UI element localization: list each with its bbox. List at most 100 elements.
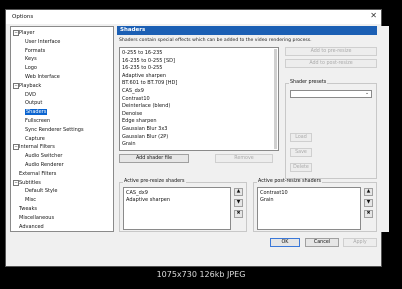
list-item[interactable]: 16-235 to 0-255 xyxy=(122,65,162,71)
tree-item-label: Shaders xyxy=(25,109,48,116)
tree-item[interactable]: Shaders xyxy=(25,109,48,116)
add-shader-file-button[interactable]: Add shader file xyxy=(119,154,189,163)
move-down-icon[interactable]: ▼ xyxy=(364,199,373,207)
shader-presets-group: Shader presets ⌄ Load Save Delete xyxy=(285,80,377,179)
list-item[interactable]: Contrast10 xyxy=(122,96,150,102)
tree-item-label: Miscellaneous xyxy=(19,214,55,221)
list-item[interactable]: Denoise xyxy=(122,111,142,117)
title-bar: Options ✕ xyxy=(6,10,381,24)
options-window: Options ✕ − Player User Interface Formats Ke… xyxy=(5,9,389,267)
tree-item-label: User Interface xyxy=(25,38,61,45)
tree-item[interactable]: − Player xyxy=(13,30,35,36)
tree-item-label: Fullscreen xyxy=(25,118,51,124)
list-item[interactable]: Grain xyxy=(122,141,136,147)
tree-item-label: Web Interface xyxy=(25,74,60,80)
remove-button[interactable]: Remove xyxy=(215,154,273,163)
chevron-down-icon: ⌄ xyxy=(365,91,369,96)
tree-item[interactable]: User Interface xyxy=(25,39,60,45)
close-icon[interactable]: ✕ xyxy=(370,12,377,20)
pre-resize-list[interactable]: CAS_dx9 Adaptive sharpen xyxy=(123,187,231,230)
save-preset-button[interactable]: Save xyxy=(290,148,312,157)
tree-item[interactable]: DVD xyxy=(25,92,36,98)
tree-item[interactable]: − Internal Filters xyxy=(13,144,55,151)
post-resize-label: Active post-resize shaders xyxy=(257,179,323,184)
page-description: Shaders contain special effects which ca… xyxy=(119,38,312,43)
tree-item-label: Playback xyxy=(19,82,42,89)
list-item[interactable]: CAS_dx9 xyxy=(126,190,148,196)
add-to-pre-resize-button[interactable]: Add to pre-resize xyxy=(285,47,377,56)
list-item[interactable]: CAS_dx9 xyxy=(122,88,144,94)
delete-icon[interactable]: ✖ xyxy=(364,210,373,218)
list-item[interactable]: 16-235 to 0-255 [SD] xyxy=(122,58,175,64)
pre-resize-label: Active pre-resize shaders xyxy=(123,179,186,184)
tree-item[interactable]: Fullscreen xyxy=(25,118,50,124)
tree-item-label: DVD xyxy=(25,91,37,98)
pre-resize-group: Active pre-resize shaders CAS_dx9 Adaptiv… xyxy=(119,179,247,232)
delete-preset-button[interactable]: Delete xyxy=(290,163,312,172)
tree-item-label: Capture xyxy=(25,135,45,142)
tree-item-label: Formats xyxy=(25,47,46,54)
post-resize-list[interactable]: Contrast10 Grain xyxy=(257,187,361,230)
move-up-icon[interactable]: ▲ xyxy=(234,188,243,196)
list-item[interactable]: Gaussian Blur (2P) xyxy=(122,134,168,140)
list-item[interactable]: Gaussian Blur 3x3 xyxy=(122,126,167,132)
tree-item[interactable]: Web Interface xyxy=(25,74,60,80)
add-to-post-resize-button[interactable]: Add to post-resize xyxy=(285,59,377,68)
tree-item[interactable]: Audio Switcher xyxy=(25,153,62,159)
list-item[interactable]: Adaptive sharpen xyxy=(126,197,170,203)
tree-item[interactable]: Advanced xyxy=(19,224,44,230)
tree-item-label: Audio Switcher xyxy=(25,153,63,160)
tree-item-label: Internal Filters xyxy=(19,144,55,151)
list-item[interactable]: Contrast10 xyxy=(260,190,288,196)
tree-item[interactable]: − Subtitles xyxy=(13,179,41,186)
tree-item[interactable]: Sync Renderer Settings xyxy=(25,127,84,133)
options-tree[interactable]: − Player User Interface Formats Keys Logo Web … xyxy=(10,26,114,232)
load-preset-button[interactable]: Load xyxy=(290,133,312,142)
list-item[interactable]: Edge sharpen xyxy=(122,118,157,124)
list-item[interactable]: BT.601 to BT.709 [HD] xyxy=(122,80,177,86)
tree-item-label: Player xyxy=(19,30,35,36)
ok-button[interactable]: OK xyxy=(270,238,300,247)
list-item[interactable]: Grain xyxy=(260,197,274,203)
list-item[interactable]: Adaptive sharpen xyxy=(122,73,166,79)
tree-item[interactable]: Formats xyxy=(25,48,45,54)
tree-item[interactable]: External Filters xyxy=(19,171,56,177)
tree-item-label: Misc xyxy=(25,197,37,204)
shader-list-scrollbar[interactable] xyxy=(274,49,277,149)
preset-select[interactable]: ⌄ xyxy=(290,90,372,98)
tree-item-label: Logo xyxy=(25,65,37,72)
tree-item-label: Sync Renderer Settings xyxy=(25,126,84,133)
shader-presets-label: Shader presets xyxy=(289,80,328,85)
dialog-footer: OK Cancel Apply xyxy=(6,234,381,266)
list-item[interactable]: 0-255 to 16-235 xyxy=(122,50,162,56)
tree-item-label: External Filters xyxy=(19,170,57,177)
tree-item[interactable]: Tweaks xyxy=(19,206,37,212)
shaders-page: Shaders Shaders contain special effects … xyxy=(117,26,389,232)
tree-item[interactable]: Miscellaneous xyxy=(19,215,54,221)
shader-list[interactable]: 0-255 to 16-235 16-235 to 0-255 [SD] 16-23… xyxy=(119,47,279,151)
move-down-icon[interactable]: ▼ xyxy=(234,199,243,207)
tree-item[interactable]: Output xyxy=(25,100,42,106)
image-caption: 1075x730 126kb JPEG xyxy=(156,270,246,279)
tree-item[interactable]: − Playback xyxy=(13,82,42,89)
list-item[interactable]: Deinterlace (blend) xyxy=(122,103,170,109)
tree-item-label: Tweaks xyxy=(19,206,37,212)
delete-icon[interactable]: ✖ xyxy=(234,210,243,218)
tree-item[interactable]: Audio Renderer xyxy=(25,162,64,168)
window-title: Options xyxy=(12,14,34,20)
move-up-icon[interactable]: ▲ xyxy=(364,188,373,196)
tree-item[interactable]: Default Style xyxy=(25,188,57,194)
apply-button[interactable]: Apply xyxy=(343,238,377,247)
tree-item-label: Output xyxy=(25,100,43,107)
tree-item[interactable]: Keys xyxy=(25,56,37,62)
tree-item-label: Advanced xyxy=(19,223,44,230)
tree-item[interactable]: Capture xyxy=(25,136,45,142)
tree-item-label: Audio Renderer xyxy=(25,162,64,168)
tree-item[interactable]: Logo xyxy=(25,65,37,71)
tree-item[interactable]: Misc xyxy=(25,197,36,203)
page-header: Shaders xyxy=(117,26,377,35)
post-resize-group: Active post-resize shaders Contrast10 Gra… xyxy=(253,179,377,232)
tree-item-label: Subtitles xyxy=(19,179,41,186)
tree-item-label: Default Style xyxy=(25,188,58,195)
cancel-button[interactable]: Cancel xyxy=(305,238,339,247)
